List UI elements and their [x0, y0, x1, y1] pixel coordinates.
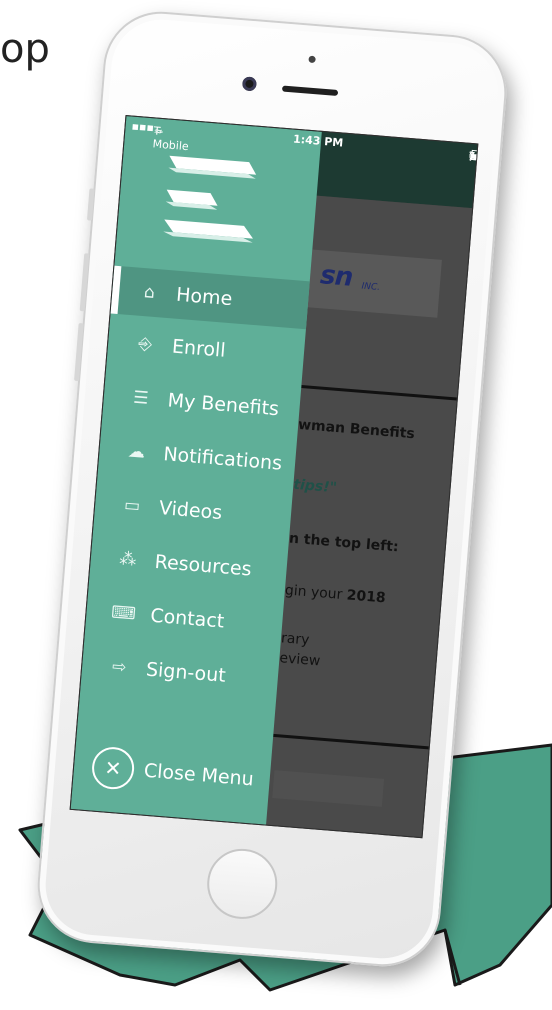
company-logo-mark: sn [319, 260, 354, 293]
wifi-icon: ≈ [153, 124, 164, 139]
contact-icon: ⌨ [110, 602, 137, 625]
home-icon: ⌂ [143, 282, 156, 303]
menu-item-contact[interactable]: ⌨ Contact [85, 587, 284, 651]
page-stage: op sn INC. wman Benefits tips!" n the to… [0, 0, 552, 1010]
sign-out-icon: ⇨ [111, 656, 128, 678]
resources-icon: ⁂ [118, 549, 138, 571]
notifications-icon: ☁ [127, 441, 146, 463]
menu-item-sign-out[interactable]: ⇨ Sign-out [80, 640, 279, 704]
begin-year: 2018 [346, 587, 387, 607]
menu-item-label: Videos [158, 497, 223, 525]
menu-item-label: Enroll [171, 335, 227, 362]
battery-icon [471, 149, 479, 162]
menu-item-label: Sign-out [145, 658, 227, 687]
menu-item-label: Notifications [162, 443, 283, 475]
menu-item-my-benefits[interactable]: ☰ My Benefits [102, 371, 301, 435]
proximity-sensor [308, 55, 316, 64]
mute-switch [86, 188, 95, 221]
menu-item-videos[interactable]: ▭ Videos [93, 479, 292, 543]
menu-item-resources[interactable]: ⁂ Resources [89, 533, 288, 597]
menu-item-notifications[interactable]: ☁ Notifications [98, 425, 297, 489]
app-logo-icon [163, 155, 257, 243]
phone-device: sn INC. wman Benefits tips!" n the top l… [33, 7, 511, 971]
phone-screen: sn INC. wman Benefits tips!" n the top l… [69, 115, 479, 839]
home-button[interactable] [204, 846, 280, 922]
video-icon: ▭ [123, 495, 142, 517]
earpiece-speaker [281, 85, 339, 97]
front-camera [241, 76, 257, 92]
carrier-label: ▪▪▪ T-Mobile ≈ [131, 119, 190, 154]
close-menu-label: Close Menu [143, 759, 255, 791]
company-logo-inc: INC. [361, 281, 381, 293]
clock: 1:43 PM [292, 132, 344, 150]
close-icon: ✕ [90, 745, 136, 791]
menu-item-label: Home [175, 283, 234, 311]
benefits-list-icon: ☰ [132, 387, 150, 409]
close-menu-button[interactable]: ✕ Close Menu [90, 745, 255, 801]
menu-item-label: Contact [149, 604, 226, 633]
menu-item-label: My Benefits [166, 389, 280, 421]
menu-item-enroll[interactable]: ⎆ Enroll [106, 317, 305, 381]
menu-item-label: Resources [153, 550, 253, 581]
enroll-icon: ⎆ [137, 333, 153, 355]
